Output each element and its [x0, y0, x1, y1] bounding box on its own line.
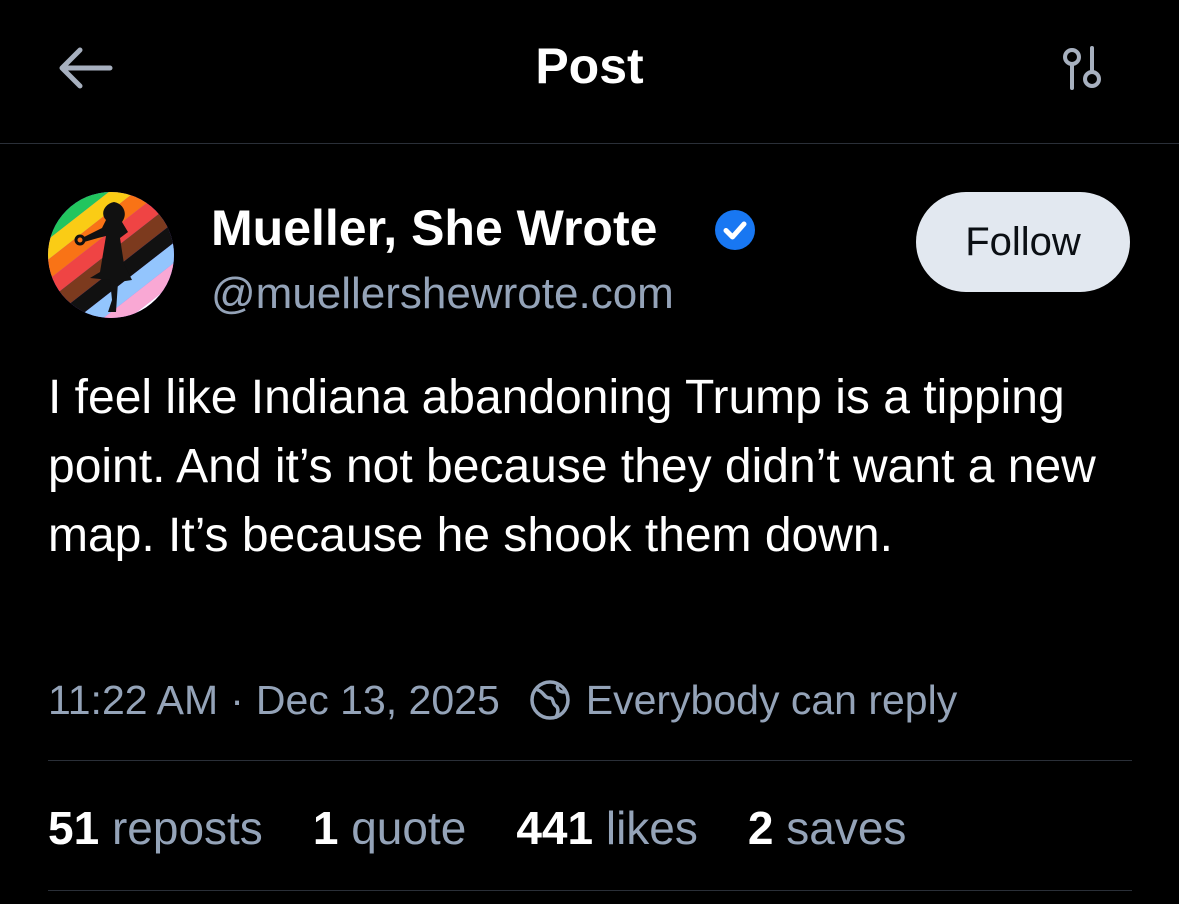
- divider: [48, 760, 1132, 761]
- avatar-image: [48, 192, 174, 318]
- likes-stat[interactable]: 441 likes: [516, 801, 698, 855]
- engagement-stats: 51 reposts 1 quote 441 likes 2 saves: [48, 798, 956, 858]
- meta-separator: ·: [230, 676, 244, 723]
- post-meta: 11:22 AM · Dec 13, 2025 Everybody can re…: [48, 670, 957, 730]
- post-author: Mueller, She Wrote @muellershewrote.com …: [48, 190, 1132, 320]
- page-title: Post: [535, 38, 644, 94]
- saves-stat[interactable]: 2 saves: [748, 801, 907, 855]
- sliders-icon: [1063, 46, 1101, 90]
- post-text: I feel like Indiana abandoning Trump is …: [48, 371, 1096, 562]
- likes-count: 441: [516, 802, 594, 854]
- post-time: 11:22 AM: [48, 676, 219, 723]
- globe-icon: [530, 680, 570, 720]
- thread-sort-button[interactable]: [1052, 38, 1112, 98]
- handle[interactable]: @muellershewrote.com: [211, 266, 674, 322]
- top-bar: Post: [0, 0, 1179, 144]
- reposts-label: reposts: [111, 802, 263, 854]
- avatar[interactable]: [48, 192, 174, 318]
- verified-badge-icon: [715, 210, 755, 250]
- reply-setting-label: Everybody can reply: [585, 676, 958, 723]
- quotes-stat[interactable]: 1 quote: [313, 801, 467, 855]
- likes-label: likes: [605, 802, 698, 854]
- post-date: Dec 13, 2025: [255, 676, 500, 723]
- saves-count: 2: [747, 802, 774, 854]
- saves-label: saves: [786, 802, 907, 854]
- display-name[interactable]: Mueller, She Wrote: [211, 198, 657, 258]
- follow-button[interactable]: Follow: [916, 192, 1130, 292]
- divider: [48, 890, 1132, 891]
- reposts-stat[interactable]: 51 reposts: [48, 801, 263, 855]
- quotes-count: 1: [312, 802, 339, 854]
- reposts-count: 51: [48, 802, 100, 854]
- reply-setting[interactable]: Everybody can reply: [528, 677, 957, 724]
- quotes-label: quote: [351, 802, 467, 854]
